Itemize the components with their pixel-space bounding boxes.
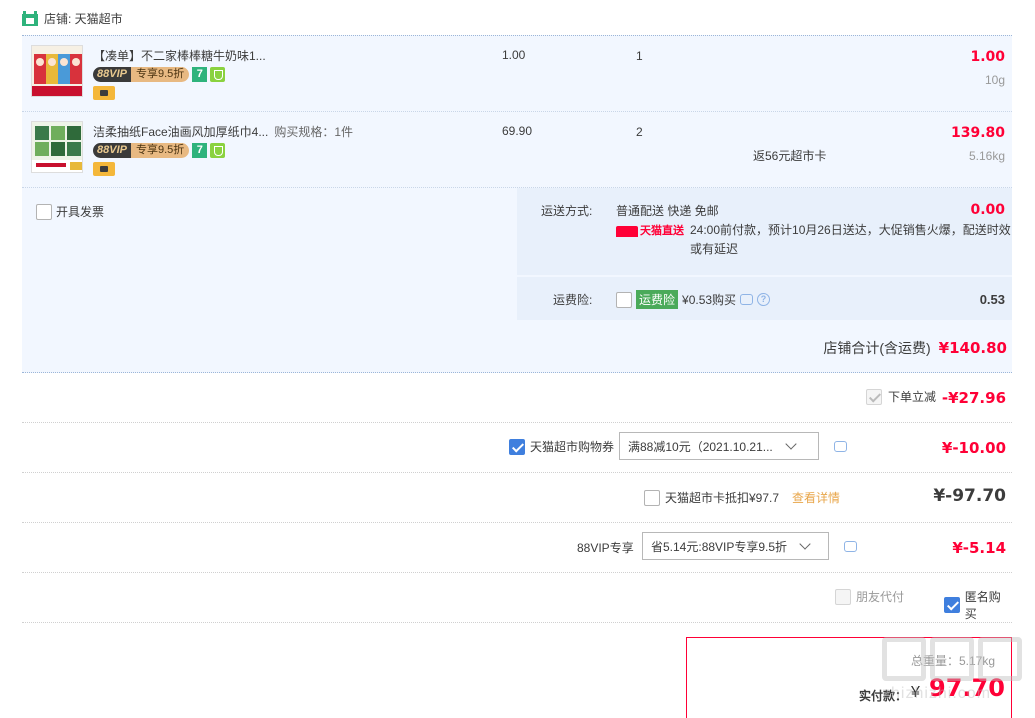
coupon-label: 天猫超市购物券 — [530, 440, 615, 454]
shop-name[interactable]: 店铺: 天猫超市 — [44, 10, 123, 27]
shop-total-label: 店铺合计(含运费) — [823, 340, 931, 356]
guarantee-icon — [210, 143, 226, 158]
shipping-label: 运送方式: — [541, 204, 593, 218]
insurance-section: 运费险: 运费险 ¥0.53购买 ? 0.53 — [517, 277, 1012, 320]
vip-row: 88VIP专享 省5.14元:88VIP专享9.5折 ¥-5.14 — [22, 523, 1012, 573]
delivery-estimate: 24:00前付款，预计10月26日送达，大促销售火爆，配送时效或有延迟 — [690, 223, 1011, 256]
seven-day-return-icon: 7 — [192, 67, 208, 82]
product-title[interactable]: 【凑单】不二家棒棒糖牛奶味1... — [93, 47, 266, 64]
product-thumbnail[interactable] — [31, 121, 83, 173]
coupon-checkbox[interactable] — [509, 438, 525, 455]
product-thumbnail[interactable] — [31, 45, 83, 97]
coupon-select[interactable]: 满88减10元（2021.10.21... — [619, 432, 819, 460]
vip-value: ¥-5.14 — [952, 539, 1006, 557]
anonymous-label: 匿名购买 — [964, 590, 1001, 621]
vip-label: 88VIP专享 — [577, 541, 634, 555]
invoice-section: 开具发票 — [22, 188, 515, 320]
insurance-tag: 运费险 — [636, 290, 679, 309]
discount-label: 下单立减 — [887, 390, 936, 404]
unit-price: 1.00 — [502, 48, 526, 62]
delivery-info: 天猫直送 24:00前付款，预计10月26日送达，大促销售火爆，配送时效或有延迟 — [616, 221, 1011, 259]
quantity: 2 — [636, 125, 643, 139]
quantity: 1 — [636, 49, 643, 63]
market-card-value: ¥-97.70 — [933, 486, 1006, 506]
pay-currency: ¥ — [911, 684, 920, 701]
shipping-section: 运送方式: 普通配送 快递 免邮 天猫直送 24:00前付款，预计10月26日送… — [517, 188, 1012, 275]
shipping-method: 普通配送 快递 免邮 — [616, 204, 719, 218]
market-card-checkbox[interactable] — [644, 489, 660, 506]
market-card-label: 天猫超市卡抵扣¥97.7 — [665, 491, 780, 505]
order-item: 洁柔抽纸Face油画风加厚纸巾4... 购买规格：1件 88VIP 专享9.5折 7… — [22, 112, 1012, 188]
invoice-checkbox[interactable] — [36, 203, 52, 220]
invoice-label: 开具发票 — [56, 205, 105, 219]
insurance-cost: 0.53 — [979, 292, 1005, 307]
message-icon[interactable] — [740, 294, 754, 305]
vip-discount-badge: 88VIP 专享9.5折 7 — [93, 67, 226, 82]
discount-checkbox — [865, 388, 882, 405]
tmall-cat-icon — [616, 226, 638, 237]
view-details-link[interactable]: 查看详情 — [792, 489, 840, 506]
shop-icon — [22, 10, 38, 26]
insurance-checkbox[interactable] — [616, 291, 632, 308]
pay-amount: 97.70 — [929, 674, 1005, 702]
item-weight: 5.16kg — [968, 149, 1005, 163]
item-subtotal: 139.80 — [950, 125, 1005, 141]
message-icon[interactable] — [844, 541, 857, 552]
message-icon[interactable] — [834, 441, 847, 452]
market-card-icon — [93, 86, 115, 100]
product-spec: 购买规格：1件 — [274, 125, 354, 139]
friend-pay-label: 朋友代付 — [856, 590, 905, 604]
chevron-down-icon — [785, 438, 797, 450]
shipping-cost: 0.00 — [970, 202, 1005, 218]
payment-summary: 总重量：5.17kg 实付款： ¥ 97.70 — [686, 637, 1012, 718]
friend-pay-checkbox — [835, 588, 851, 605]
market-card-row: 天猫超市卡抵扣¥97.7 查看详情 ¥-97.70 — [22, 473, 1012, 523]
invoice-option[interactable]: 开具发票 — [36, 203, 104, 220]
shop-header: 店铺: 天猫超市 — [22, 8, 123, 28]
coupon-row: 天猫超市购物券 满88减10元（2021.10.21... ¥-10.00 — [22, 423, 1012, 473]
total-weight: 总重量：5.17kg — [910, 654, 995, 668]
shop-total-value: ¥140.80 — [938, 339, 1007, 357]
guarantee-icon — [210, 67, 226, 82]
item-weight: 10g — [984, 73, 1005, 87]
tmall-direct-logo: 天猫直送 — [616, 221, 684, 241]
seven-day-return-icon: 7 — [192, 143, 208, 158]
vip-discount-badge: 88VIP 专享9.5折 7 — [93, 143, 226, 158]
help-icon[interactable]: ? — [757, 293, 771, 306]
options-row: 朋友代付 匿名购买 — [22, 573, 1012, 623]
vip-select[interactable]: 省5.14元:88VIP专享9.5折 — [642, 532, 829, 560]
order-block: 【凑单】不二家棒棒糖牛奶味1... 88VIP 专享9.5折 7 1.00 1 1… — [22, 35, 1012, 373]
insurance-option: 运费险 ¥0.53购买 ? — [616, 290, 771, 309]
insurance-price: ¥0.53购买 — [682, 293, 737, 307]
discount-row: 下单立减 -¥27.96 — [22, 373, 1012, 423]
pay-label: 实付款： — [859, 689, 908, 703]
anonymous-checkbox[interactable] — [944, 597, 960, 613]
market-card-icon — [93, 162, 115, 176]
item-subtotal: 1.00 — [970, 49, 1005, 65]
cashback-note: 返56元超市卡 — [753, 149, 827, 163]
coupon-value: ¥-10.00 — [941, 439, 1006, 457]
order-item: 【凑单】不二家棒棒糖牛奶味1... 88VIP 专享9.5折 7 1.00 1 1… — [22, 36, 1012, 112]
discount-value: -¥27.96 — [941, 389, 1006, 407]
unit-price: 69.90 — [502, 124, 533, 138]
product-title[interactable]: 洁柔抽纸Face油画风加厚纸巾4... 购买规格：1件 — [93, 123, 353, 140]
shop-total: 店铺合计(含运费) ¥140.80 — [823, 338, 1007, 358]
chevron-down-icon — [799, 538, 811, 550]
insurance-label: 运费险: — [553, 293, 593, 307]
